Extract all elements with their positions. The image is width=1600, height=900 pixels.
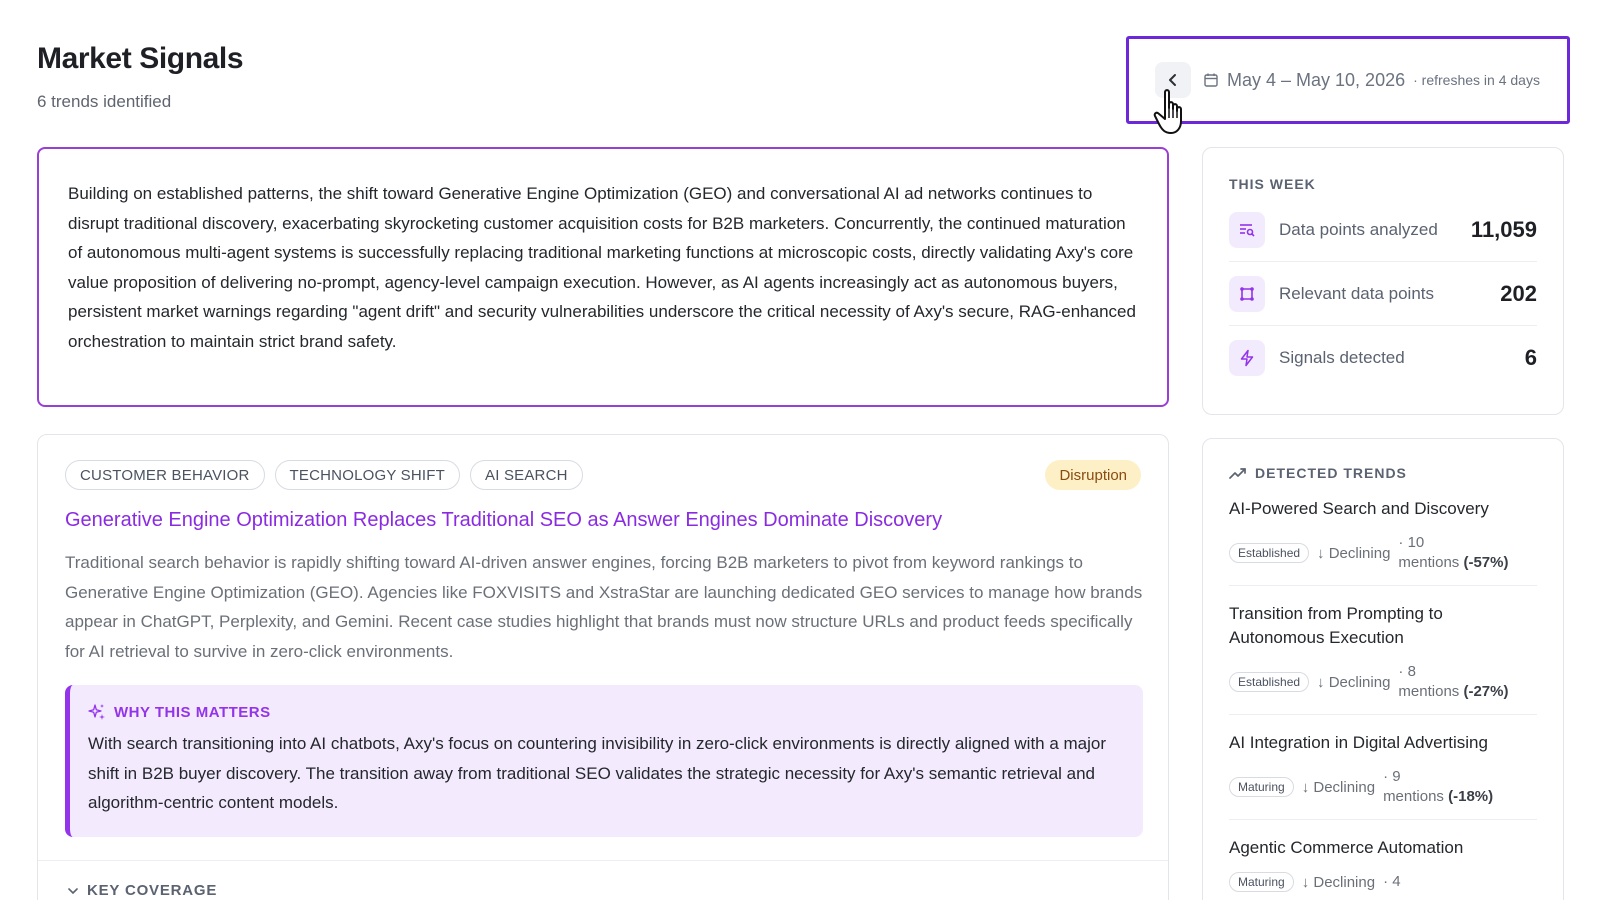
list-search-icon xyxy=(1229,211,1265,248)
trend-description: Traditional search behavior is rapidly s… xyxy=(65,553,1143,661)
page-title: Market Signals xyxy=(37,42,244,75)
mentions-change: (-27%) xyxy=(1463,683,1509,700)
mentions-info: · 4 xyxy=(1383,872,1401,892)
trend-list-item[interactable]: Agentic Commerce Automation Maturing ↓ D… xyxy=(1229,820,1537,900)
why-label: WHY THIS MATTERS xyxy=(114,703,271,721)
stage-pill: Established xyxy=(1229,672,1310,692)
direction-label: ↓ Declining xyxy=(1317,544,1391,562)
stat-value: 11,059 xyxy=(1470,216,1537,242)
detected-trends-label: DETECTED TRENDS xyxy=(1255,465,1407,481)
stage-pill: Maturing xyxy=(1229,872,1294,892)
tag-customer-behavior[interactable]: CUSTOMER BEHAVIOR xyxy=(65,460,265,490)
stage-pill: Maturing xyxy=(1229,777,1294,797)
trend-title-link[interactable]: Generative Engine Optimization Replaces … xyxy=(65,509,942,532)
stat-label: Data points analyzed xyxy=(1279,219,1438,239)
tag-list: CUSTOMER BEHAVIOR TECHNOLOGY SHIFT AI SE… xyxy=(65,460,583,490)
sparkles-icon xyxy=(88,704,105,720)
mentions-word: mentions xyxy=(1383,788,1444,805)
detected-trends-card: DETECTED TRENDS AI-Powered Search and Di… xyxy=(1202,438,1564,900)
chevron-left-icon xyxy=(1169,74,1176,86)
stat-value: 202 xyxy=(1500,280,1537,306)
this-week-label: THIS WEEK xyxy=(1229,176,1316,192)
trend-list-item[interactable]: Transition from Prompting to Autonomous … xyxy=(1229,586,1537,715)
stat-value: 6 xyxy=(1524,345,1537,370)
disruption-badge: Disruption xyxy=(1045,460,1141,490)
stat-row: Signals detected 6 xyxy=(1229,326,1537,390)
trend-item-meta: Established ↓ Declining · 10 mentions (-5… xyxy=(1229,533,1537,573)
trend-item-title: Transition from Prompting to Autonomous … xyxy=(1229,604,1443,647)
stat-label: Signals detected xyxy=(1279,348,1405,367)
trending-up-icon xyxy=(1229,468,1246,479)
summary-text: Building on established patterns, the sh… xyxy=(68,184,1136,351)
frame-icon xyxy=(1229,275,1265,312)
trend-item-title: AI-Powered Search and Discovery xyxy=(1229,499,1489,518)
mentions-info: · 8 mentions (-27%) xyxy=(1398,662,1508,702)
stage-pill: Established xyxy=(1229,543,1310,563)
tag-technology-shift[interactable]: TECHNOLOGY SHIFT xyxy=(274,460,460,490)
date-range-label: May 4 – May 10, 2026 xyxy=(1227,69,1406,90)
calendar-icon xyxy=(1204,73,1218,87)
mentions-count: · 8 xyxy=(1398,663,1416,680)
page-subtitle: 6 trends identified xyxy=(37,92,172,111)
mentions-info: · 10 mentions (-57%) xyxy=(1398,533,1508,573)
lightning-icon xyxy=(1229,340,1265,376)
trend-item-meta: Maturing ↓ Declining · 4 xyxy=(1229,872,1537,892)
trend-list-item[interactable]: AI Integration in Digital Advertising Ma… xyxy=(1229,715,1537,820)
mentions-info: · 9 mentions (-18%) xyxy=(1383,767,1493,807)
direction-label: ↓ Declining xyxy=(1301,778,1376,796)
mentions-word: mentions xyxy=(1398,554,1460,571)
trend-item-meta: Established ↓ Declining · 8 mentions (-27… xyxy=(1229,662,1537,702)
stat-row: Relevant data points 202 xyxy=(1229,262,1537,326)
trend-item-title: Agentic Commerce Automation xyxy=(1229,838,1464,857)
mentions-count: · 9 xyxy=(1383,768,1401,785)
this-week-card: THIS WEEK Data points analyzed 11,059 Re… xyxy=(1202,147,1564,415)
hand-cursor-icon xyxy=(1153,89,1182,134)
detected-trends-heading: DETECTED TRENDS xyxy=(1229,465,1537,481)
why-this-matters-heading: WHY THIS MATTERS xyxy=(88,703,1125,721)
key-coverage-label: KEY COVERAGE xyxy=(87,882,218,899)
trend-item-title: AI Integration in Digital Advertising xyxy=(1229,733,1488,752)
mentions-word: mentions xyxy=(1398,683,1460,700)
mentions-count: · 4 xyxy=(1383,873,1401,890)
refresh-note: · refreshes in 4 days xyxy=(1413,72,1540,88)
mentions-count: · 10 xyxy=(1398,534,1425,551)
why-this-matters-box: WHY THIS MATTERS With search transitioni… xyxy=(65,685,1143,837)
why-text: With search transitioning into AI chatbo… xyxy=(88,734,1107,812)
key-coverage-toggle[interactable]: KEY COVERAGE xyxy=(67,882,217,899)
direction-label: ↓ Declining xyxy=(1301,873,1376,891)
mentions-change: (-18%) xyxy=(1448,788,1494,805)
tag-ai-search[interactable]: AI SEARCH xyxy=(470,460,583,490)
divider xyxy=(38,860,1168,861)
mentions-change: (-57%) xyxy=(1463,554,1509,571)
trend-item-meta: Maturing ↓ Declining · 9 mentions (-18%) xyxy=(1229,767,1537,807)
weekly-summary-card: Building on established patterns, the sh… xyxy=(37,147,1169,407)
direction-label: ↓ Declining xyxy=(1317,673,1391,691)
chevron-down-icon xyxy=(68,887,78,894)
stat-label: Relevant data points xyxy=(1279,283,1434,303)
stat-row: Data points analyzed 11,059 xyxy=(1229,198,1537,262)
trend-list-item[interactable]: AI-Powered Search and Discovery Establis… xyxy=(1229,481,1537,586)
trend-article-card: CUSTOMER BEHAVIOR TECHNOLOGY SHIFT AI SE… xyxy=(37,434,1169,900)
